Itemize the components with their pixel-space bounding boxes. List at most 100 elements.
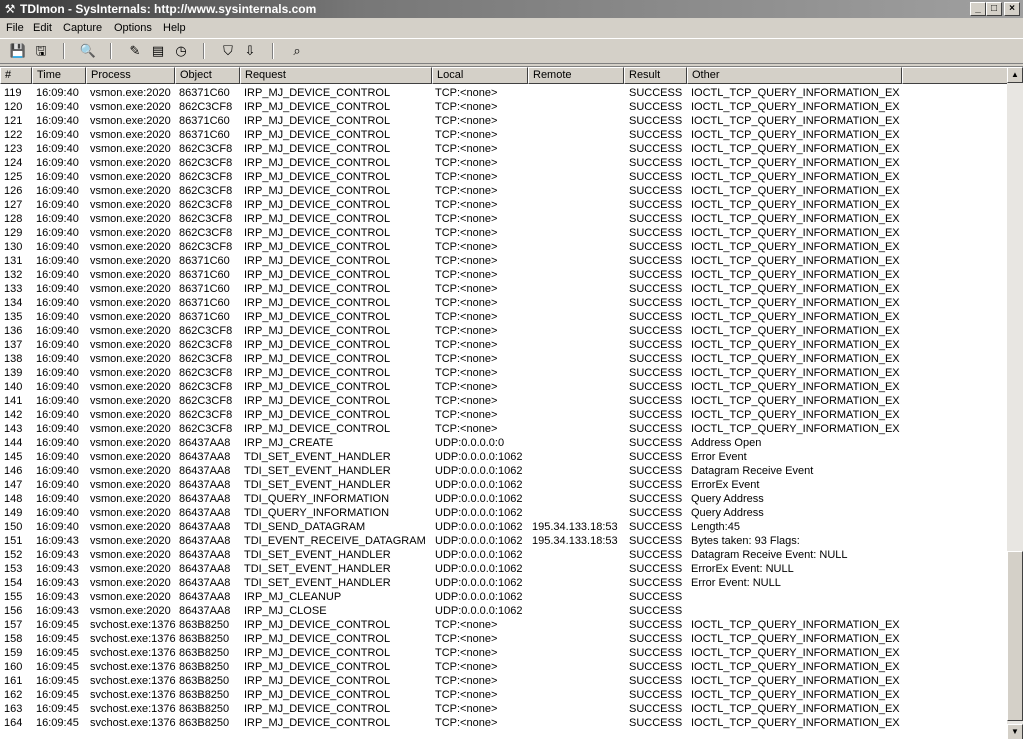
table-row[interactable]: 141 16:09:40 vsmon.exe:2020 862C3CF8 IRP_MJ_… [0,394,1008,408]
column-process[interactable]: Process [86,67,175,84]
table-row[interactable]: 160 16:09:45 svchost.exe:1376 863B8250 IRP_M… [0,660,1008,674]
menu-file[interactable]: File [6,21,24,35]
cell-number: 148 [4,493,23,505]
table-row[interactable]: 156 16:09:43 vsmon.exe:2020 86437AA8 IRP_MJ_… [0,604,1008,618]
table-row[interactable]: 146 16:09:40 vsmon.exe:2020 86437AA8 TDI_SET… [0,464,1008,478]
column-local[interactable]: Local [432,67,528,84]
table-row[interactable]: 162 16:09:45 svchost.exe:1376 863B8250 IRP_M… [0,688,1008,702]
table-row[interactable]: 149 16:09:40 vsmon.exe:2020 86437AA8 TDI_QUE… [0,506,1008,520]
table-row[interactable]: 133 16:09:40 vsmon.exe:2020 86371C60 IRP_MJ_… [0,282,1008,296]
table-row[interactable]: 126 16:09:40 vsmon.exe:2020 862C3CF8 IRP_MJ_… [0,184,1008,198]
cell-result: SUCCESS [629,115,683,127]
table-row[interactable]: 159 16:09:45 svchost.exe:1376 863B8250 IRP_M… [0,646,1008,660]
table-row[interactable]: 136 16:09:40 vsmon.exe:2020 862C3CF8 IRP_MJ_… [0,324,1008,338]
table-row[interactable]: 123 16:09:40 vsmon.exe:2020 862C3CF8 IRP_MJ_… [0,142,1008,156]
cell-process: svchost.exe:1376 [90,689,176,701]
cell-time: 16:09:45 [36,619,79,631]
menu-capture[interactable]: Capture [63,21,102,35]
scroll-up-button[interactable]: ▲ [1007,67,1023,83]
column-other[interactable]: Other [687,67,902,84]
table-row[interactable]: 145 16:09:40 vsmon.exe:2020 86437AA8 TDI_SET… [0,450,1008,464]
cell-process: vsmon.exe:2020 [90,115,171,127]
table-row[interactable]: 130 16:09:40 vsmon.exe:2020 862C3CF8 IRP_MJ_… [0,240,1008,254]
cell-request: IRP_MJ_DEVICE_CONTROL [244,213,391,225]
find-icon[interactable]: 🔍 [78,42,98,60]
table-row[interactable]: 143 16:09:40 vsmon.exe:2020 862C3CF8 IRP_MJ_… [0,422,1008,436]
clock-icon[interactable]: ◷ [171,42,191,60]
cell-process: vsmon.exe:2020 [90,199,171,211]
table-row[interactable]: 131 16:09:40 vsmon.exe:2020 86371C60 IRP_MJ_… [0,254,1008,268]
save-as-icon[interactable]: 🖫 [31,42,51,60]
cell-result: SUCCESS [629,465,683,477]
capture-icon[interactable]: ✎ [125,42,145,60]
cell-local: TCP:<none> [435,87,498,99]
menu-edit[interactable]: Edit [33,21,52,35]
cell-other: IOCTL_TCP_QUERY_INFORMATION_EX [691,241,900,253]
title-bar[interactable]: ⚒ TDImon - SysInternals: http://www.sysi… [0,0,1023,18]
filter-icon[interactable]: ⛉ [218,42,238,60]
save-icon[interactable]: 💾 [8,42,28,60]
table-row[interactable]: 152 16:09:43 vsmon.exe:2020 86437AA8 TDI_SET… [0,548,1008,562]
cell-time: 16:09:40 [36,297,79,309]
table-row[interactable]: 138 16:09:40 vsmon.exe:2020 862C3CF8 IRP_MJ_… [0,352,1008,366]
table-row[interactable]: 151 16:09:43 vsmon.exe:2020 86437AA8 TDI_EVE… [0,534,1008,548]
highlight-icon[interactable]: ⇩ [240,42,260,60]
cell-process: svchost.exe:1376 [90,717,176,729]
table-row[interactable]: 122 16:09:40 vsmon.exe:2020 86371C60 IRP_MJ_… [0,128,1008,142]
table-row[interactable]: 163 16:09:45 svchost.exe:1376 863B8250 IRP_M… [0,702,1008,716]
table-row[interactable]: 139 16:09:40 vsmon.exe:2020 862C3CF8 IRP_MJ_… [0,366,1008,380]
column-time[interactable]: Time [32,67,86,84]
table-row[interactable]: 164 16:09:45 svchost.exe:1376 863B8250 IRP_M… [0,716,1008,730]
table-row[interactable]: 157 16:09:45 svchost.exe:1376 863B8250 IRP_M… [0,618,1008,632]
table-row[interactable]: 132 16:09:40 vsmon.exe:2020 86371C60 IRP_MJ_… [0,268,1008,282]
table-row[interactable]: 134 16:09:40 vsmon.exe:2020 86371C60 IRP_MJ_… [0,296,1008,310]
table-row[interactable]: 148 16:09:40 vsmon.exe:2020 86437AA8 TDI_QUE… [0,492,1008,506]
autoscroll-icon[interactable]: ▤ [148,42,168,60]
column-request[interactable]: Request [240,67,432,84]
table-row[interactable]: 128 16:09:40 vsmon.exe:2020 862C3CF8 IRP_MJ_… [0,212,1008,226]
table-row[interactable]: 161 16:09:45 svchost.exe:1376 863B8250 IRP_M… [0,674,1008,688]
minimize-button[interactable]: _ [970,2,986,16]
table-row[interactable]: 121 16:09:40 vsmon.exe:2020 86371C60 IRP_MJ_… [0,114,1008,128]
cell-time: 16:09:40 [36,325,79,337]
table-row[interactable]: 153 16:09:43 vsmon.exe:2020 86437AA8 TDI_SET… [0,562,1008,576]
cell-number: 131 [4,255,23,267]
menu-help[interactable]: Help [163,21,186,35]
table-row[interactable]: 135 16:09:40 vsmon.exe:2020 86371C60 IRP_MJ_… [0,310,1008,324]
maximize-button[interactable]: □ [986,2,1002,16]
table-row[interactable]: 140 16:09:40 vsmon.exe:2020 862C3CF8 IRP_MJ_… [0,380,1008,394]
menu-options[interactable]: Options [114,21,152,35]
table-row[interactable]: 154 16:09:43 vsmon.exe:2020 86437AA8 TDI_SET… [0,576,1008,590]
table-row[interactable]: 144 16:09:40 vsmon.exe:2020 86437AA8 IRP_MJ_… [0,436,1008,450]
scroll-thumb[interactable] [1007,551,1023,721]
cell-time: 16:09:40 [36,423,79,435]
event-list[interactable]: # Time Process Object Request Local Remo… [0,66,1023,739]
cell-process: vsmon.exe:2020 [90,353,171,365]
table-row[interactable]: 127 16:09:40 vsmon.exe:2020 862C3CF8 IRP_MJ_… [0,198,1008,212]
table-row[interactable]: 119 16:09:40 vsmon.exe:2020 86371C60 IRP_MJ_… [0,86,1008,100]
table-row[interactable]: 142 16:09:40 vsmon.exe:2020 862C3CF8 IRP_MJ_… [0,408,1008,422]
cell-object: 86437AA8 [179,493,231,505]
column-number[interactable]: # [0,67,32,84]
column-object[interactable]: Object [175,67,240,84]
cell-other: IOCTL_TCP_QUERY_INFORMATION_EX [691,227,900,239]
binoculars-icon[interactable]: ⌕ [287,42,307,60]
tdimon-app-icon[interactable]: ⚒ [3,2,17,16]
table-row[interactable]: 129 16:09:40 vsmon.exe:2020 862C3CF8 IRP_MJ_… [0,226,1008,240]
table-row[interactable]: 147 16:09:40 vsmon.exe:2020 86437AA8 TDI_SET… [0,478,1008,492]
table-row[interactable]: 155 16:09:43 vsmon.exe:2020 86437AA8 IRP_MJ_… [0,590,1008,604]
table-row[interactable]: 150 16:09:40 vsmon.exe:2020 86437AA8 TDI_SEN… [0,520,1008,534]
close-button[interactable]: × [1004,2,1020,16]
column-result[interactable]: Result [624,67,687,84]
vertical-scrollbar[interactable]: ▲ ▼ [1007,67,1023,739]
table-row[interactable]: 158 16:09:45 svchost.exe:1376 863B8250 IRP_M… [0,632,1008,646]
column-remote[interactable]: Remote [528,67,624,84]
cell-request: IRP_MJ_DEVICE_CONTROL [244,269,391,281]
table-row[interactable]: 137 16:09:40 vsmon.exe:2020 862C3CF8 IRP_MJ_… [0,338,1008,352]
table-row[interactable]: 120 16:09:40 vsmon.exe:2020 862C3CF8 IRP_MJ_… [0,100,1008,114]
scroll-down-button[interactable]: ▼ [1007,724,1023,739]
cell-time: 16:09:40 [36,395,79,407]
table-row[interactable]: 125 16:09:40 vsmon.exe:2020 862C3CF8 IRP_MJ_… [0,170,1008,184]
cell-request: IRP_MJ_DEVICE_CONTROL [244,619,391,631]
table-row[interactable]: 124 16:09:40 vsmon.exe:2020 862C3CF8 IRP_MJ_… [0,156,1008,170]
